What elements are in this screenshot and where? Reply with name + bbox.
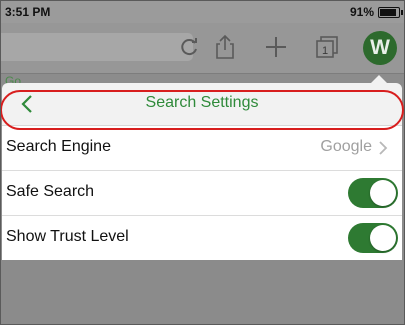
search-settings-popover: Search Settings Search Engine Google Saf… xyxy=(2,83,402,261)
popover-header: Search Settings xyxy=(2,83,402,125)
screen: 3:51 PM 91% 1 W Go... Search Settings Se… xyxy=(0,0,405,325)
row-label: Show Trust Level xyxy=(6,228,129,245)
row-label: Safe Search xyxy=(6,183,95,200)
tabs-icon[interactable]: 1 xyxy=(314,34,340,60)
status-bar: 3:51 PM 91% xyxy=(1,1,404,23)
tabs-count: 1 xyxy=(322,45,328,57)
safe-search-toggle[interactable] xyxy=(348,178,398,208)
row-label: Search Engine xyxy=(6,138,111,155)
browser-toolbar: 1 W xyxy=(1,23,404,74)
search-engine-row[interactable]: Search Engine Google xyxy=(2,126,402,171)
toggle-knob xyxy=(370,180,396,206)
show-trust-level-row: Show Trust Level xyxy=(2,216,402,261)
battery-percent: 91% xyxy=(349,5,374,19)
status-time: 3:51 PM xyxy=(5,5,51,19)
battery-fill xyxy=(380,9,396,16)
dimmed-page-area xyxy=(1,260,404,324)
extension-button[interactable]: W xyxy=(363,31,397,65)
reload-icon[interactable] xyxy=(179,36,201,58)
search-engine-value: Google xyxy=(320,138,372,155)
plus-icon[interactable] xyxy=(263,34,289,60)
toggle-knob xyxy=(370,225,396,251)
settings-list: Search Engine Google Safe Search Show Tr… xyxy=(2,125,402,261)
address-bar[interactable] xyxy=(1,33,193,61)
share-icon[interactable] xyxy=(213,34,237,60)
battery-icon xyxy=(378,7,403,18)
show-trust-level-toggle[interactable] xyxy=(348,223,398,253)
safe-search-row: Safe Search xyxy=(2,171,402,216)
chevron-right-icon xyxy=(379,141,388,155)
popover-title: Search Settings xyxy=(145,94,259,111)
